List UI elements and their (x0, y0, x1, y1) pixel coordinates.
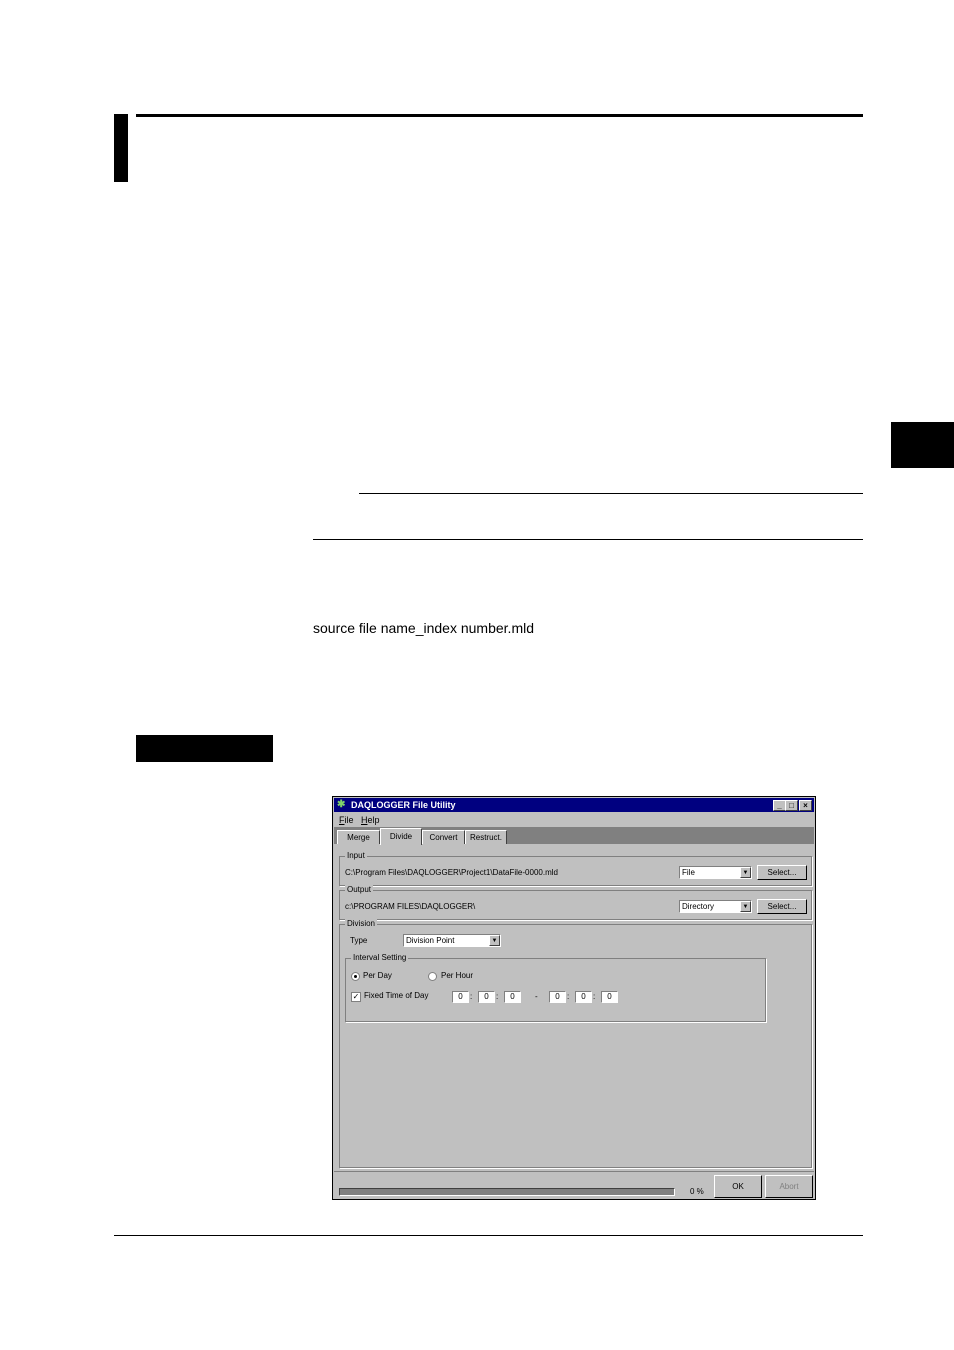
output-type-select[interactable]: Directory ▼ (679, 900, 752, 913)
time-separator: : (470, 992, 473, 1001)
status-bar: 0 % OK Abort (334, 1171, 814, 1200)
tab-convert[interactable]: Convert (422, 830, 465, 844)
abort-button[interactable]: Abort (765, 1175, 813, 1198)
chapter-bar (114, 114, 128, 182)
close-button[interactable]: × (799, 800, 812, 811)
tab-strip: Merge Divide Convert Restruct. (334, 827, 814, 845)
chapter-side-tab (891, 422, 954, 468)
input-path: C:\Program Files\DAQLOGGER\Project1\Data… (345, 868, 558, 877)
progress-bar (339, 1188, 675, 1196)
tab-restruct[interactable]: Restruct. (465, 830, 507, 844)
app-icon: ✱ (337, 799, 346, 810)
filename-format-text: source file name_index number.mld (313, 620, 535, 636)
per-day-radio[interactable] (351, 972, 360, 981)
output-group-label: Output (345, 885, 374, 895)
window-title: DAQLOGGER File Utility (351, 800, 456, 810)
per-day-label: Per Day (363, 971, 392, 980)
interval-setting-group: Interval Setting Per Day Per Hour ✓ Fixe… (345, 953, 766, 1022)
menu-file[interactable]: File (339, 815, 354, 825)
divider-line (313, 539, 863, 540)
division-type-select[interactable]: Division Point ▼ (403, 934, 501, 947)
from-hour-field[interactable]: 0 (452, 991, 469, 1003)
progress-text: 0 % (690, 1187, 704, 1196)
divider-line (359, 493, 863, 494)
interval-group-label: Interval Setting (351, 953, 409, 963)
range-separator: - (535, 992, 538, 1001)
chevron-down-icon[interactable]: ▼ (489, 935, 500, 946)
type-label: Type (350, 936, 368, 945)
output-select-button[interactable]: Select... (757, 899, 807, 914)
chevron-down-icon[interactable]: ▼ (740, 901, 751, 912)
footer-rule (114, 1235, 863, 1236)
time-separator: : (496, 992, 499, 1001)
tab-divide[interactable]: Divide (380, 828, 422, 845)
from-minute-field[interactable]: 0 (478, 991, 495, 1003)
menu-help[interactable]: Help (361, 815, 380, 825)
output-type-value: Directory (682, 902, 715, 911)
to-hour-field[interactable]: 0 (549, 991, 566, 1003)
ok-button[interactable]: OK (714, 1175, 762, 1198)
top-rule (136, 114, 863, 117)
fixed-time-label: Fixed Time of Day (364, 991, 429, 1000)
from-second-field[interactable]: 0 (504, 991, 521, 1003)
per-hour-radio[interactable] (428, 972, 437, 981)
fixed-time-checkbox[interactable]: ✓ (351, 992, 361, 1002)
division-group-label: Division (345, 919, 378, 929)
to-minute-field[interactable]: 0 (575, 991, 592, 1003)
title-bar[interactable]: ✱ DAQLOGGER File Utility _ □ × (334, 798, 814, 812)
output-path: c:\PROGRAM FILES\DAQLOGGER\ (345, 902, 476, 911)
division-group: Division Type Division Point ▼ Interval … (339, 919, 812, 1168)
time-separator: : (593, 992, 596, 1001)
input-type-select[interactable]: File ▼ (679, 866, 752, 879)
maximize-button[interactable]: □ (785, 800, 798, 811)
output-group: Output c:\PROGRAM FILES\DAQLOGGER\ Direc… (339, 885, 812, 920)
input-group: Input C:\Program Files\DAQLOGGER\Project… (339, 851, 812, 886)
chevron-down-icon[interactable]: ▼ (740, 867, 751, 878)
input-select-button[interactable]: Select... (757, 865, 807, 880)
per-hour-label: Per Hour (441, 971, 474, 980)
to-second-field[interactable]: 0 (601, 991, 618, 1003)
file-utility-window: ✱ DAQLOGGER File Utility _ □ × File Help… (332, 796, 816, 1200)
input-type-value: File (682, 868, 695, 877)
procedure-label-bar (136, 735, 273, 762)
menu-bar: File Help (334, 813, 814, 826)
tab-merge[interactable]: Merge (337, 830, 380, 844)
division-type-value: Division Point (406, 936, 455, 945)
time-separator: : (567, 992, 570, 1001)
input-group-label: Input (345, 851, 367, 861)
